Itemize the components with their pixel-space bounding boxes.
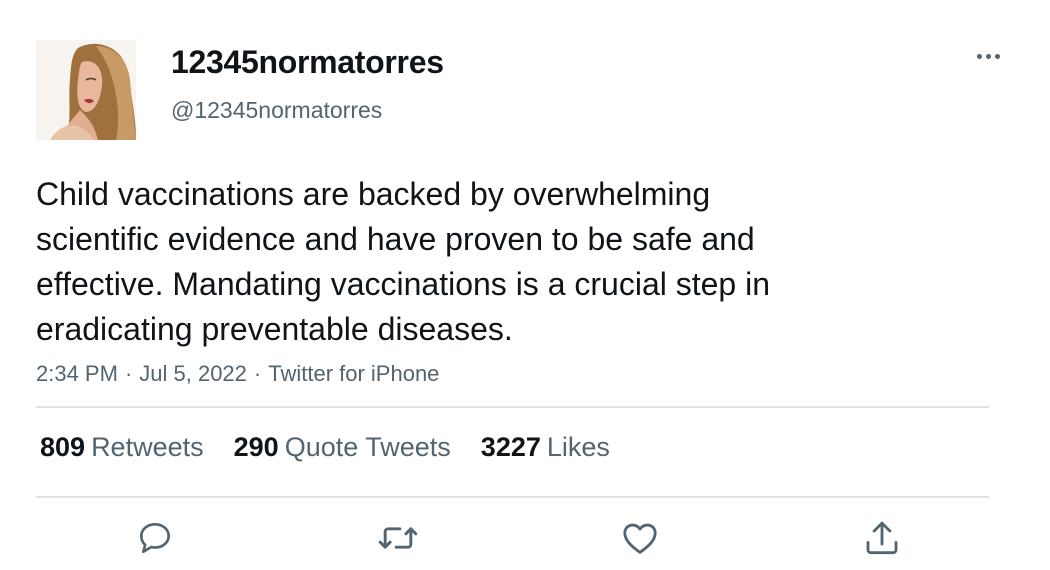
tweet-text-line: eradicating preventable diseases. (36, 311, 513, 347)
quote-tweets-count: 290 (233, 432, 279, 462)
more-dot-icon (994, 53, 1000, 59)
avatar[interactable] (36, 40, 136, 140)
divider (36, 496, 989, 498)
share-icon (866, 521, 898, 555)
tweet-text-line: effective. Mandating vaccinations is a c… (36, 266, 771, 302)
more-options-button[interactable] (970, 44, 1006, 68)
likes-stat[interactable]: 3227 Likes (481, 432, 610, 463)
tweet-text: Child vaccinations are backed by overwhe… (36, 172, 876, 352)
retweets-label: Retweets (91, 432, 204, 462)
user-handle[interactable]: @12345normatorres (171, 97, 382, 124)
display-name[interactable]: 12345normatorres (171, 44, 444, 81)
retweet-icon (378, 527, 418, 549)
divider (36, 406, 989, 408)
tweet-card: 12345normatorres @12345normatorres Child… (0, 0, 1050, 570)
quote-tweets-label: Quote Tweets (284, 432, 451, 462)
share-button[interactable] (860, 516, 904, 560)
likes-label: Likes (546, 432, 610, 462)
profile-photo-icon (36, 40, 136, 140)
meta-separator: · (124, 361, 133, 386)
quote-tweets-stat[interactable]: 290 Quote Tweets (234, 432, 451, 463)
retweets-stat[interactable]: 809 Retweets (40, 432, 204, 463)
meta-separator: · (253, 361, 262, 386)
like-button[interactable] (618, 516, 662, 560)
like-icon (623, 523, 657, 554)
tweet-time[interactable]: 2:34 PM (36, 361, 118, 386)
tweet-metadata: 2:34 PM · Jul 5, 2022 · Twitter for iPhone (36, 361, 439, 387)
tweet-source[interactable]: Twitter for iPhone (268, 361, 439, 386)
retweet-button[interactable] (376, 516, 420, 560)
engagement-stats: 809 Retweets 290 Quote Tweets 3227 Likes (40, 432, 640, 463)
more-dot-icon (976, 53, 982, 59)
reply-icon (140, 523, 170, 553)
more-dot-icon (985, 53, 991, 59)
likes-count: 3227 (480, 432, 541, 462)
reply-button[interactable] (133, 516, 177, 560)
retweets-count: 809 (40, 432, 86, 462)
tweet-text-line: Child vaccinations are backed by overwhe… (36, 176, 711, 212)
tweet-text-line: scientific evidence and have proven to b… (36, 221, 755, 257)
tweet-date[interactable]: Jul 5, 2022 (139, 361, 247, 386)
